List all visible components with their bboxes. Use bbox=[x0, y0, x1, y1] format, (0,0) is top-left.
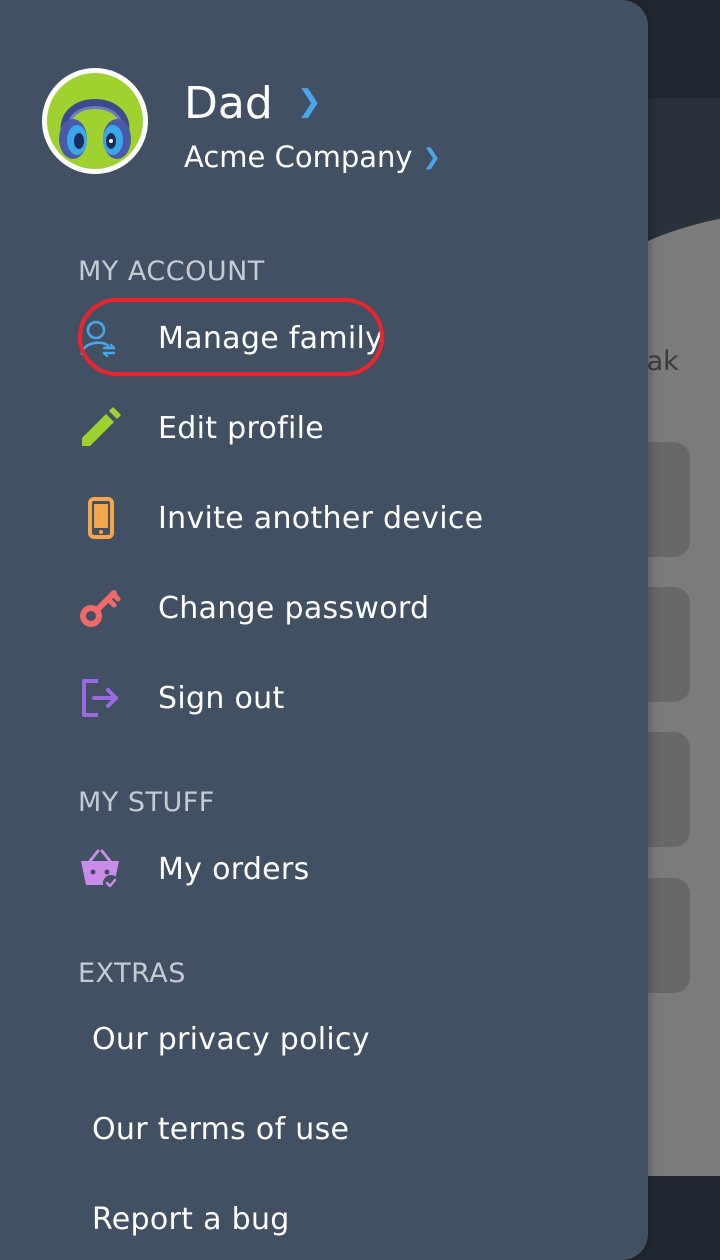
section-header-extras: EXTRAS bbox=[78, 958, 186, 989]
avatar[interactable] bbox=[42, 68, 148, 174]
menu-item-manage-family[interactable]: Manage family bbox=[78, 303, 618, 373]
chevron-right-icon: ❯ bbox=[422, 144, 441, 170]
sign-out-icon bbox=[78, 674, 142, 722]
manage-family-icon bbox=[78, 314, 142, 362]
key-icon bbox=[78, 584, 142, 632]
section-header-my-account: MY ACCOUNT bbox=[78, 256, 265, 287]
menu-item-edit-profile[interactable]: Edit profile bbox=[78, 393, 618, 463]
menu-item-sign-out[interactable]: Sign out bbox=[78, 663, 618, 733]
menu-item-label: My orders bbox=[158, 851, 310, 887]
terms-of-use-link[interactable]: Our terms of use bbox=[92, 1112, 349, 1147]
menu-item-label: Edit profile bbox=[158, 410, 324, 446]
navigation-drawer: Dad ❯ Acme Company ❯ MY ACCOUNT Manage f… bbox=[0, 0, 648, 1260]
menu-item-label: Sign out bbox=[158, 680, 285, 716]
chevron-right-icon: ❯ bbox=[296, 84, 322, 119]
menu-item-label: Invite another device bbox=[158, 500, 484, 536]
menu-item-my-orders[interactable]: My orders bbox=[78, 834, 618, 904]
menu-item-invite-device[interactable]: Invite another device bbox=[78, 483, 618, 553]
company-name: Acme Company bbox=[184, 140, 413, 174]
privacy-policy-link[interactable]: Our privacy policy bbox=[92, 1022, 370, 1057]
menu-item-change-password[interactable]: Change password bbox=[78, 573, 618, 643]
menu-item-label: Manage family bbox=[158, 320, 384, 356]
headphones-avatar-icon bbox=[47, 73, 143, 169]
menu-item-label: Change password bbox=[158, 590, 430, 626]
report-bug-link[interactable]: Report a bug bbox=[92, 1202, 290, 1237]
basket-icon bbox=[78, 845, 142, 893]
section-header-my-stuff: MY STUFF bbox=[78, 787, 215, 818]
profile-name-link[interactable]: Dad ❯ bbox=[184, 78, 322, 129]
profile-name: Dad bbox=[184, 78, 273, 129]
phone-icon bbox=[78, 494, 142, 542]
pencil-icon bbox=[78, 404, 142, 452]
company-link[interactable]: Acme Company ❯ bbox=[184, 140, 441, 174]
